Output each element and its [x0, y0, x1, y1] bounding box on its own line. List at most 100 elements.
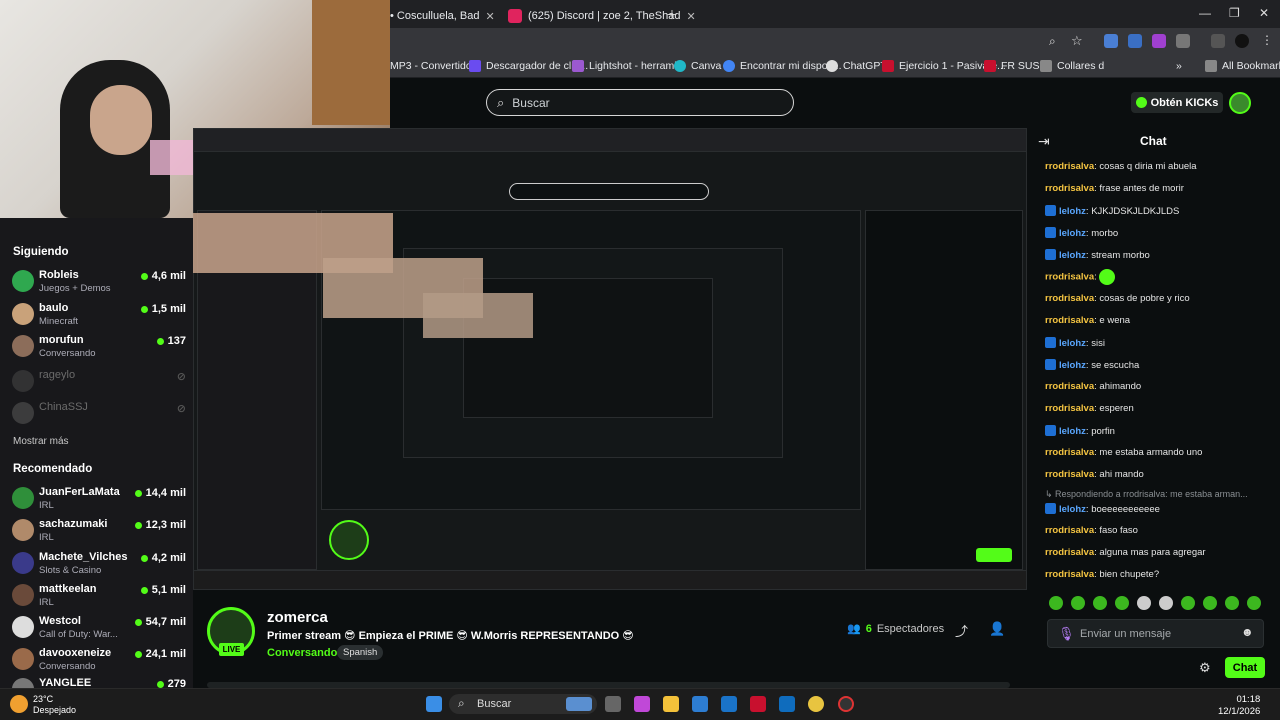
file-explorer-icon[interactable]	[663, 696, 679, 712]
outlook-icon[interactable]	[779, 696, 795, 712]
language-tag[interactable]: Spanish	[337, 645, 384, 660]
menu-icon[interactable]	[1211, 34, 1225, 48]
chat-username[interactable]: lelohz	[1059, 338, 1086, 349]
collapse-chat-icon[interactable]: ⇥	[1038, 133, 1050, 150]
sidebar-channel-rageylo[interactable]: rageylo ⊘	[12, 366, 186, 398]
dell-icon[interactable]	[721, 696, 737, 712]
sidebar-channel-robleis[interactable]: Robleis Juegos + Demos 4,6 mil	[12, 266, 186, 298]
bookmark[interactable]: Encontrar mi dispos...	[723, 60, 842, 72]
emote-icon[interactable]	[1137, 596, 1151, 610]
widgets-icon[interactable]	[566, 697, 592, 711]
chat-username[interactable]: lelohz	[1059, 228, 1086, 239]
weather-widget[interactable]: 23°C Despejado	[33, 694, 76, 716]
chat-username[interactable]: rrodrisalva	[1045, 403, 1094, 414]
kebab-menu-icon[interactable]: ⋮	[1261, 33, 1273, 47]
emote-icon[interactable]	[1181, 596, 1195, 610]
sidebar-channel-davooxeneize[interactable]: davooxeneize Conversando 24,1 mil	[12, 644, 186, 676]
stream-video-player[interactable]	[193, 128, 1027, 590]
windows-start-icon[interactable]	[426, 696, 442, 712]
chat-message-input[interactable]: Enviar un mensaje	[1047, 619, 1264, 648]
emoji-picker-icon[interactable]: ☻	[1241, 625, 1254, 639]
copilot-icon[interactable]	[634, 696, 650, 712]
sidebar-channel-yanglee[interactable]: YANGLEE 279	[12, 674, 186, 688]
emote-icon[interactable]	[1159, 596, 1173, 610]
search-input[interactable]: ⌕ Buscar	[486, 89, 794, 116]
close-icon[interactable]: ✕	[686, 10, 695, 23]
sidebar-channel-juanferlamata[interactable]: JuanFerLaMata IRL 14,4 mil	[12, 483, 186, 515]
close-icon[interactable]: ✕	[485, 10, 494, 23]
sidebar-channel-chinassj[interactable]: ChinaSSJ ⊘	[12, 398, 186, 430]
store-icon[interactable]	[692, 696, 708, 712]
more-bookmarks-icon[interactable]: »	[1176, 60, 1182, 72]
reply-note[interactable]: ↳ Respondiendo a rrodrisalva: me estaba …	[1045, 489, 1248, 500]
minimize-icon[interactable]: —	[1199, 6, 1211, 20]
chat-username[interactable]: lelohz	[1059, 250, 1086, 261]
emote-icon[interactable]	[1225, 596, 1239, 610]
emote-icon[interactable]	[1247, 596, 1261, 610]
send-chat-button[interactable]: Chat	[1225, 657, 1265, 678]
emote-icon[interactable]	[1115, 596, 1129, 610]
chat-username[interactable]: rrodrisalva	[1045, 525, 1094, 536]
sidebar-channel-sachazumaki[interactable]: sachazumaki IRL 12,3 mil	[12, 515, 186, 547]
chat-username[interactable]: lelohz	[1059, 426, 1086, 437]
nested-chat-button	[976, 548, 1012, 562]
viewer-count-value: 12,3 mil	[145, 519, 186, 531]
emote-icon[interactable]	[1093, 596, 1107, 610]
emote-icon[interactable]	[1203, 596, 1217, 610]
browser-tab-1[interactable]: • Cosculluela, Bad ✕	[390, 4, 495, 28]
chat-username[interactable]: rrodrisalva	[1045, 293, 1094, 304]
chat-username[interactable]: lelohz	[1059, 360, 1086, 371]
zoom-icon[interactable]: ⌕	[1049, 34, 1056, 49]
system-clock[interactable]: 01:18 12/1/2026	[1218, 694, 1260, 718]
app-icon[interactable]	[838, 696, 854, 712]
sidebar-channel-machete-vilches[interactable]: Machete_Vilches Slots & Casino 4,2 mil	[12, 548, 186, 580]
bookmark[interactable]: Descargador de clip...	[469, 60, 588, 72]
bookmark[interactable]: ChatGPT	[826, 60, 887, 72]
extension-icon[interactable]	[1152, 34, 1166, 48]
get-kicks-button[interactable]: Obtén KICKs	[1131, 92, 1223, 113]
all-bookmarks[interactable]: All Bookmarks	[1205, 60, 1280, 72]
streamer-name[interactable]: zomerca	[267, 609, 328, 626]
bookmark[interactable]: FR SUSB	[984, 60, 1047, 72]
sidebar-channel-mattkeelan[interactable]: mattkeelan IRL 5,1 mil	[12, 580, 186, 612]
bookmark[interactable]: MP3 - Convertido...	[390, 60, 480, 72]
task-view-icon[interactable]	[605, 696, 621, 712]
show-more-link[interactable]: Mostrar más	[13, 436, 69, 447]
bookmark[interactable]: Canva	[674, 60, 721, 72]
microphone-icon[interactable]: 🎙	[1058, 626, 1075, 642]
weather-icon[interactable]	[10, 695, 28, 713]
stream-category[interactable]: Conversando	[267, 647, 337, 659]
new-tab-icon[interactable]: ＋	[666, 6, 678, 23]
emote-icon[interactable]	[1049, 596, 1063, 610]
chat-username[interactable]: rrodrisalva	[1045, 183, 1094, 194]
sidebar-channel-morufun[interactable]: morufun Conversando 137	[12, 331, 186, 363]
mcafee-icon[interactable]	[750, 696, 766, 712]
share-icon[interactable]: ⤴	[955, 621, 968, 640]
chat-username[interactable]: rrodrisalva	[1045, 447, 1094, 458]
emote-icon[interactable]	[1071, 596, 1085, 610]
chat-username[interactable]: lelohz	[1059, 206, 1086, 217]
chat-username[interactable]: lelohz	[1059, 504, 1086, 515]
bookmark[interactable]: Lightshot - herrami...	[572, 60, 685, 72]
chat-username[interactable]: rrodrisalva	[1045, 469, 1094, 480]
sidebar-channel-westcol[interactable]: Westcol Call of Duty: War... 54,7 mil	[12, 612, 186, 644]
maximize-icon[interactable]: ❐	[1229, 6, 1240, 20]
chat-username[interactable]: rrodrisalva	[1045, 272, 1094, 283]
star-icon[interactable]: ☆	[1071, 33, 1083, 49]
puzzle-icon[interactable]	[1176, 34, 1190, 48]
user-avatar[interactable]	[1229, 92, 1251, 114]
extension-icon[interactable]	[1128, 34, 1142, 48]
chat-username[interactable]: rrodrisalva	[1045, 315, 1094, 326]
extension-icon[interactable]	[1104, 34, 1118, 48]
chat-username[interactable]: rrodrisalva	[1045, 547, 1094, 558]
follow-user-icon[interactable]: 👤	[989, 621, 1005, 637]
chat-username[interactable]: rrodrisalva	[1045, 161, 1094, 172]
chat-username[interactable]: rrodrisalva	[1045, 569, 1094, 580]
chat-username[interactable]: rrodrisalva	[1045, 381, 1094, 392]
gear-icon[interactable]: ⚙	[1199, 660, 1211, 676]
chrome-icon[interactable]	[808, 696, 824, 712]
close-window-icon[interactable]: ✕	[1259, 6, 1269, 20]
profile-icon[interactable]	[1235, 34, 1249, 48]
bookmark[interactable]: Collares d	[1040, 60, 1104, 72]
sidebar-channel-baulo[interactable]: baulo Minecraft 1,5 mil	[12, 299, 186, 331]
